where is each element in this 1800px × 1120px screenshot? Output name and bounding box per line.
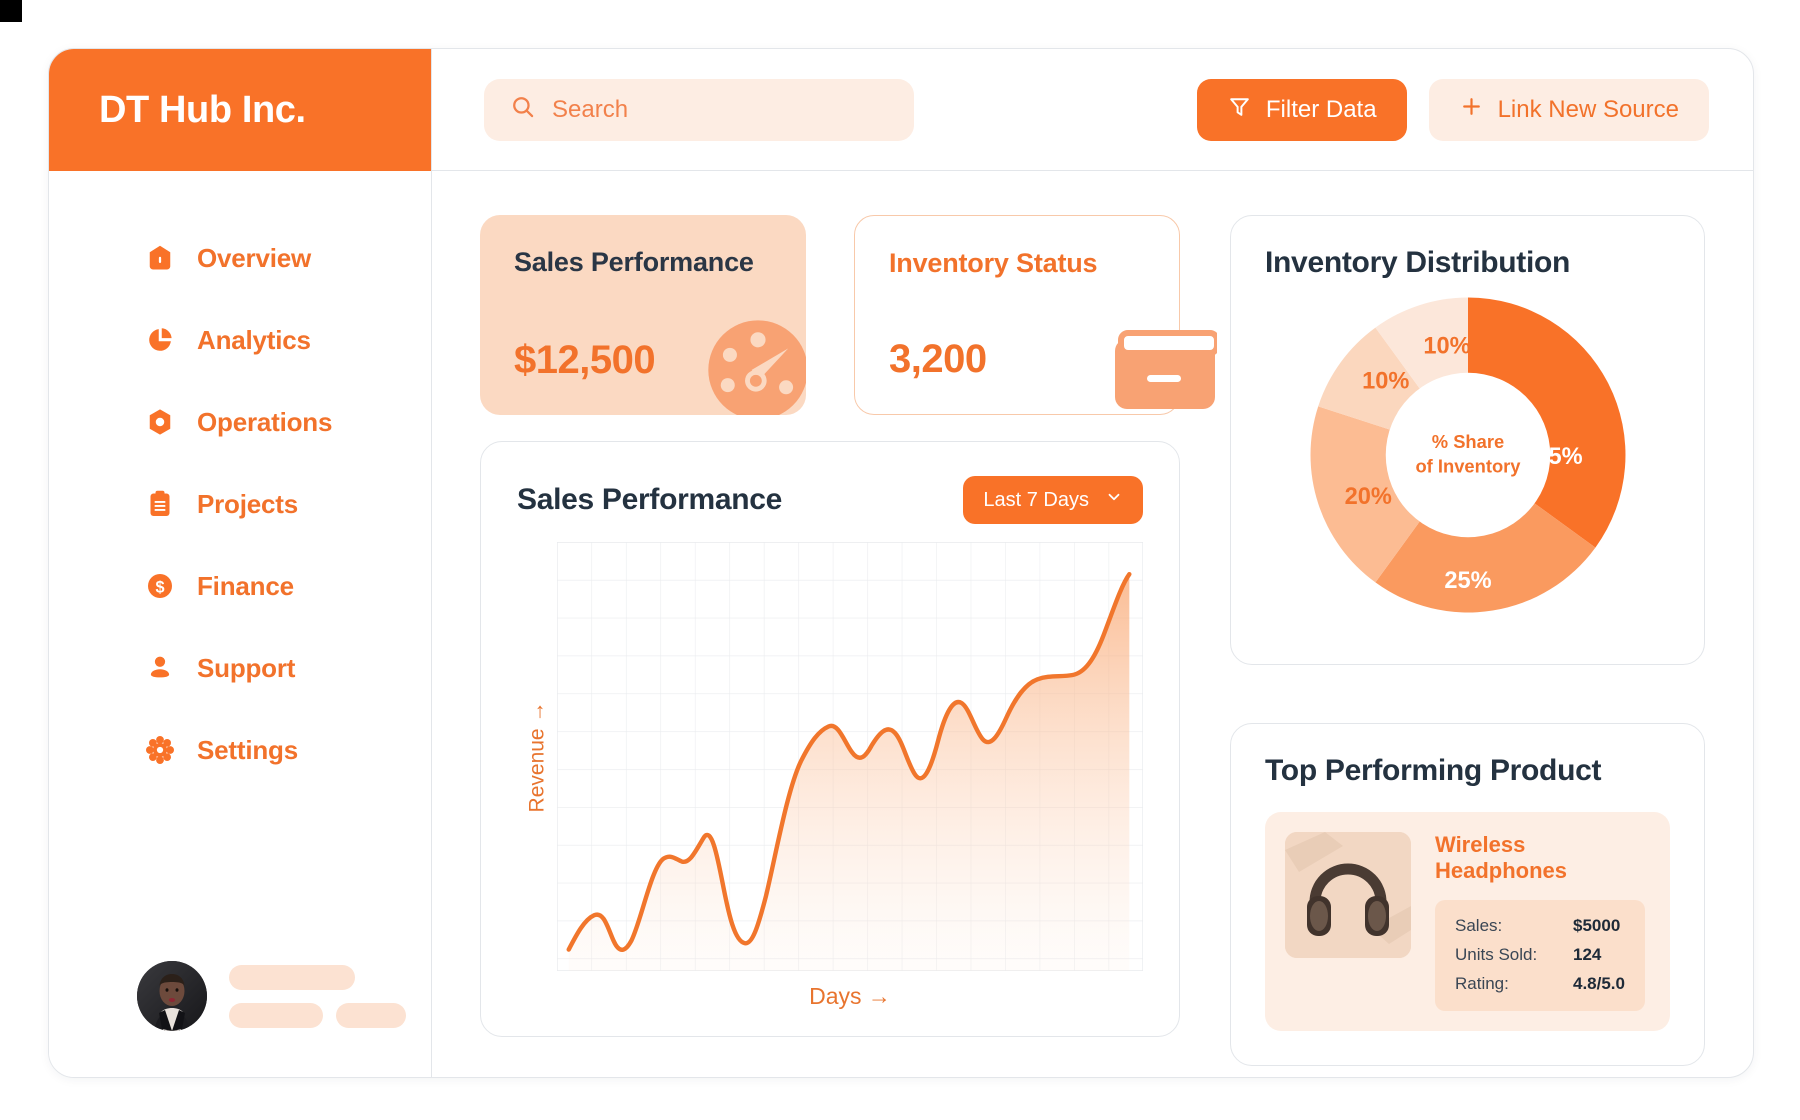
date-range-dropdown[interactable]: Last 7 Days	[963, 476, 1143, 524]
pie-chart-icon	[145, 325, 175, 355]
dollar-circle-icon: $	[145, 571, 175, 601]
x-axis-label: Days →	[809, 983, 891, 1009]
topbar: Search Filter Data Link New Source	[432, 49, 1753, 171]
filter-data-label: Filter Data	[1265, 95, 1377, 123]
plus-icon	[1459, 94, 1484, 126]
brand-title: DT Hub Inc.	[99, 88, 306, 131]
spec-key: Units Sold:	[1455, 944, 1538, 964]
sidebar-item-overview[interactable]: Overview	[49, 217, 431, 299]
sidebar-item-projects[interactable]: Projects	[49, 463, 431, 545]
spec-value: 4.8/5.0	[1573, 973, 1625, 993]
hexagon-gear-icon	[145, 407, 175, 437]
sidebar-item-analytics[interactable]: Analytics	[49, 299, 431, 381]
svg-text:$: $	[155, 578, 164, 596]
sidebar-nav: Overview Analytics Operations Projects $…	[49, 171, 431, 961]
product-specs: Sales: $5000 Units Sold: 124 Rating: 4.8…	[1435, 900, 1645, 1011]
main-area: Search Filter Data Link New Source Sales…	[432, 49, 1753, 1077]
spec-row: Rating: 4.8/5.0	[1455, 970, 1625, 999]
stat-card-inventory-status[interactable]: Inventory Status 3,200	[854, 215, 1220, 415]
spec-value: 124	[1573, 944, 1602, 964]
gear-icon	[145, 735, 175, 765]
profile-placeholder	[229, 964, 406, 1028]
chart-title: Sales Performance	[517, 483, 783, 516]
stat-card-value: 3,200	[889, 337, 987, 381]
stat-card-sales-performance[interactable]: Sales Performance $12,500	[480, 215, 806, 415]
stat-card-value: $12,500	[514, 338, 656, 382]
date-range-label: Last 7 Days	[983, 488, 1089, 511]
donut-title: Inventory Distribution	[1265, 246, 1571, 279]
spec-key: Sales:	[1455, 916, 1503, 935]
top-performing-product-card: Top Performing Product Wireless Headphon…	[1230, 723, 1705, 1066]
avatar	[137, 961, 207, 1031]
home-icon	[145, 243, 175, 273]
skeleton-bar	[229, 1002, 323, 1028]
search-icon	[510, 94, 536, 125]
sidebar-item-label: Analytics	[197, 324, 311, 355]
chevron-down-icon	[1105, 488, 1123, 512]
spec-row: Sales: $5000	[1455, 912, 1625, 941]
sales-performance-chart-card: Sales Performance Last 7 Days Revenue →	[480, 441, 1180, 1037]
clipboard-icon	[145, 489, 175, 519]
chart-header: Sales Performance Last 7 Days	[517, 476, 1143, 524]
user-profile[interactable]	[49, 961, 431, 1077]
sidebar-item-label: Overview	[197, 242, 312, 273]
user-icon	[145, 653, 175, 683]
right-column: Inventory Distribution 35% 25% 20% 10% 1…	[1230, 215, 1705, 1066]
plot-area: Revenue →	[517, 524, 1143, 971]
app-window: DT Hub Inc. Overview Analytics Operation	[48, 48, 1754, 1078]
donut-center-line2: of Inventory	[1415, 456, 1521, 477]
link-new-source-label: Link New Source	[1497, 95, 1679, 123]
search-input[interactable]: Search	[484, 78, 914, 141]
sidebar-item-label: Settings	[197, 734, 298, 765]
sidebar: DT Hub Inc. Overview Analytics Operation	[49, 49, 432, 1077]
revenue-area-chart	[557, 542, 1143, 971]
product-row[interactable]: Wireless Headphones Sales: $5000 Units S…	[1265, 812, 1670, 1031]
donut-slice-label: 10%	[1423, 334, 1470, 360]
donut-slice-label: 10%	[1362, 369, 1409, 395]
product-info: Wireless Headphones Sales: $5000 Units S…	[1435, 832, 1650, 1011]
stat-card-title: Sales Performance	[514, 247, 754, 277]
sidebar-item-finance[interactable]: $ Finance	[49, 545, 431, 627]
sidebar-item-label: Projects	[197, 488, 299, 519]
sidebar-item-settings[interactable]: Settings	[49, 709, 431, 791]
filter-data-button[interactable]: Filter Data	[1196, 78, 1407, 141]
donut-slice-label: 20%	[1344, 484, 1391, 510]
y-axis-label: Revenue →	[525, 701, 548, 812]
corner-marker	[0, 0, 36, 22]
product-name: Wireless Headphones	[1435, 832, 1568, 883]
spec-row: Units Sold: 124	[1455, 941, 1625, 970]
sidebar-item-label: Operations	[197, 406, 333, 437]
stat-cards-row: Sales Performance $12,500 Inventory Stat…	[480, 215, 1220, 415]
product-card-title: Top Performing Product	[1265, 754, 1602, 787]
sidebar-item-label: Finance	[197, 570, 294, 601]
sidebar-item-support[interactable]: Support	[49, 627, 431, 709]
sidebar-item-label: Support	[197, 652, 296, 683]
headphones-photo	[1285, 832, 1411, 958]
donut-chart: 35% 25% 20% 10% 10% % Share of Inventory	[1265, 280, 1670, 630]
donut-center-line1: % Share	[1431, 431, 1503, 452]
inventory-distribution-card: Inventory Distribution 35% 25% 20% 10% 1…	[1230, 215, 1705, 665]
sidebar-item-operations[interactable]: Operations	[49, 381, 431, 463]
donut-slice-label: 35%	[1535, 444, 1582, 470]
spec-value: $5000	[1573, 916, 1621, 935]
brand-header: DT Hub Inc.	[49, 49, 431, 171]
spec-key: Rating:	[1455, 973, 1509, 993]
dashboard-content: Sales Performance $12,500 Inventory Stat…	[432, 171, 1753, 1077]
skeleton-bar	[229, 964, 355, 990]
link-new-source-button[interactable]: Link New Source	[1428, 78, 1709, 141]
left-column: Sales Performance $12,500 Inventory Stat…	[480, 215, 1220, 1037]
search-placeholder: Search	[552, 95, 629, 123]
skeleton-bar	[336, 1002, 406, 1028]
funnel-icon	[1227, 94, 1252, 126]
stat-card-title: Inventory Status	[889, 248, 1098, 278]
donut-slice-label: 25%	[1444, 568, 1491, 594]
